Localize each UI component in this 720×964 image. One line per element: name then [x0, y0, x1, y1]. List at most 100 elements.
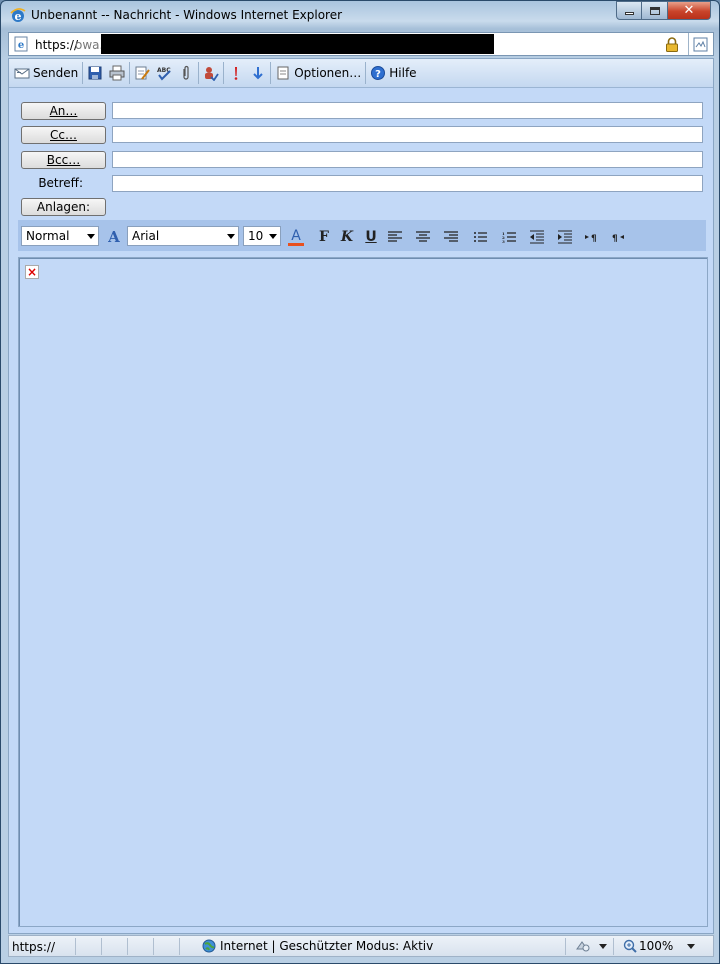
security-zone[interactable]: Internet | Geschützter Modus: Aktiv — [202, 939, 433, 953]
arrow-down-icon — [253, 67, 263, 80]
close-button[interactable]: ✕ — [668, 1, 711, 20]
zoom-level: 100% — [639, 939, 674, 953]
save-button[interactable] — [84, 61, 106, 85]
svg-text:?: ? — [375, 69, 381, 80]
toolbar-separator — [223, 62, 225, 84]
chevron-down-icon — [599, 943, 607, 949]
minimize-icon — [624, 12, 634, 15]
attach-file-button[interactable] — [175, 61, 197, 85]
globe-icon — [202, 939, 216, 953]
numbered-list-icon[interactable]: 123 — [500, 228, 518, 246]
status-separator — [127, 938, 128, 955]
svg-text:¶: ¶ — [591, 234, 597, 244]
zoom-control[interactable]: 100% — [623, 939, 696, 953]
font-select[interactable]: Arial — [127, 226, 239, 246]
zone-text: Internet | Geschützter Modus: Aktiv — [220, 939, 434, 953]
safety-tools[interactable] — [575, 939, 607, 953]
lock-icon[interactable] — [665, 37, 679, 52]
indent-icon[interactable] — [556, 228, 574, 246]
broken-image-icon: × — [25, 265, 39, 279]
redacted-url — [101, 34, 494, 54]
ltr-direction-icon[interactable]: ¶ — [583, 228, 601, 246]
check-names-icon — [135, 66, 151, 80]
toolbar-separator — [270, 62, 272, 84]
status-separator — [565, 938, 566, 955]
toolbar-separator — [82, 62, 84, 84]
paperclip-icon — [183, 65, 189, 80]
window-title: Unbenannt -- Nachricht - Windows Interne… — [31, 8, 343, 22]
compose-toolbar: Senden ABC Optionen… ? Hilfe — [9, 59, 713, 88]
bcc-button[interactable]: Bcc… — [21, 151, 106, 169]
font-color-button[interactable]: A — [287, 228, 305, 246]
save-icon — [88, 66, 102, 80]
bcc-button-label: Bcc… — [46, 153, 81, 167]
font-value: Arial — [132, 229, 160, 243]
address-scheme: https:// — [35, 38, 79, 52]
font-icon: A — [108, 228, 120, 246]
align-left-icon[interactable] — [386, 228, 404, 246]
send-label: Senden — [33, 66, 79, 80]
user-check-icon — [205, 67, 219, 81]
bold-icon: F — [319, 229, 329, 245]
minimize-button[interactable] — [616, 1, 642, 20]
options-icon — [277, 66, 289, 80]
print-button[interactable] — [106, 61, 128, 85]
cc-button[interactable]: Cc… — [21, 126, 106, 144]
maximize-button[interactable] — [642, 1, 668, 20]
send-icon — [14, 68, 30, 79]
bold-button[interactable]: F — [315, 228, 333, 246]
printer-icon — [109, 65, 125, 81]
check-recipients-button[interactable] — [200, 61, 222, 85]
subject-field[interactable] — [112, 175, 703, 192]
options-label: Optionen… — [294, 66, 362, 80]
address-bar[interactable]: e https:// owa. — [8, 32, 714, 56]
window-controls: ✕ — [616, 1, 711, 20]
message-body-editor[interactable]: × — [18, 257, 708, 927]
svg-text:e: e — [15, 10, 22, 23]
to-field[interactable] — [112, 102, 703, 119]
title-bar[interactable]: e Unbenannt -- Nachricht - Windows Inter… — [1, 1, 719, 31]
spell-check-button[interactable]: ABC — [153, 61, 175, 85]
outdent-icon[interactable] — [528, 228, 546, 246]
align-right-icon[interactable] — [442, 228, 460, 246]
paragraph-style-select[interactable]: Normal — [21, 226, 99, 246]
help-label: Hilfe — [389, 66, 417, 80]
safety-icon — [576, 941, 590, 952]
bullet-list-icon[interactable] — [471, 228, 489, 246]
owa-compose-page: Senden ABC Optionen… ? Hilfe An… Cc… Bcc… — [8, 58, 714, 934]
attachments-button[interactable]: Anlagen: — [21, 198, 106, 216]
chevron-down-icon — [269, 234, 277, 239]
chevron-down-icon — [687, 943, 696, 949]
rtl-direction-icon[interactable]: ¶ — [610, 228, 628, 246]
options-button[interactable]: Optionen… — [272, 61, 364, 85]
help-button[interactable]: ? Hilfe — [367, 61, 419, 85]
maximize-icon — [649, 6, 660, 15]
font-size-value: 10 — [248, 229, 264, 243]
font-size-select[interactable]: 10 — [243, 226, 281, 246]
send-button[interactable]: Senden — [11, 61, 81, 85]
status-separator — [179, 938, 180, 955]
compatibility-view-icon[interactable] — [693, 37, 708, 52]
close-icon: ✕ — [683, 3, 695, 18]
bcc-field[interactable] — [112, 151, 703, 168]
low-importance-button[interactable] — [247, 61, 269, 85]
spell-check-icon: ABC — [157, 67, 171, 81]
underline-icon: U — [365, 229, 377, 245]
paragraph-style-value: Normal — [26, 229, 70, 243]
page-icon: e — [14, 36, 28, 52]
status-bar: https:// Internet | Geschützter Modus: A… — [8, 935, 714, 957]
cc-button-label: Cc… — [50, 128, 77, 142]
svg-text:e: e — [18, 40, 24, 51]
status-url: https:// — [12, 940, 56, 954]
underline-button[interactable]: U — [362, 228, 380, 246]
address-separator — [688, 33, 689, 55]
status-separator — [153, 938, 154, 955]
svg-text:3: 3 — [502, 239, 505, 244]
address-book-button[interactable] — [131, 61, 153, 85]
high-importance-button[interactable] — [225, 61, 247, 85]
to-button[interactable]: An… — [21, 102, 106, 120]
align-center-icon[interactable] — [414, 228, 432, 246]
to-button-label: An… — [49, 104, 78, 118]
italic-button[interactable]: K — [338, 228, 356, 246]
cc-field[interactable] — [112, 126, 703, 143]
